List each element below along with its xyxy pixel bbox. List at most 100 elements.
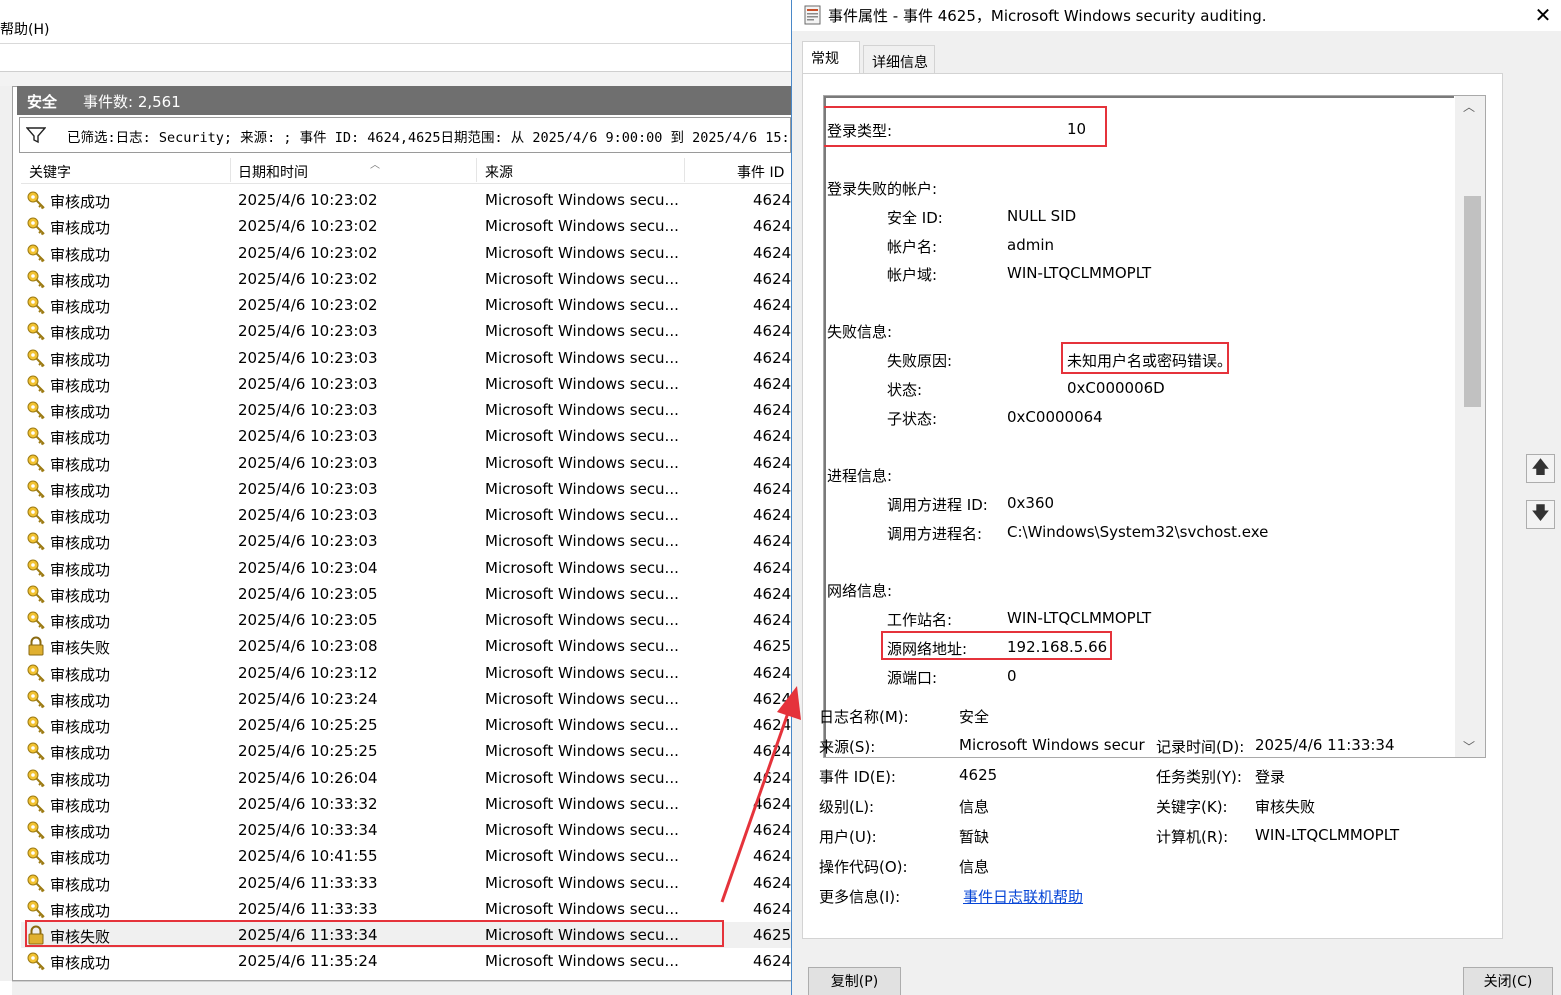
workstation-value: WIN-LTQCLMMOPLT xyxy=(1007,609,1152,627)
table-row[interactable]: 审核成功 2025/4/6 10:23:03 Microsoft Windows s… xyxy=(21,397,791,423)
source-cell: Microsoft Windows secu... xyxy=(485,243,679,262)
table-row[interactable]: 审核成功 2025/4/6 10:23:02 Microsoft Windows s… xyxy=(21,187,791,213)
substatus-value: 0xC0000064 xyxy=(1007,408,1103,426)
datetime-cell: 2025/4/6 10:23:03 xyxy=(238,401,378,419)
col-divider[interactable] xyxy=(684,158,685,182)
keyword-cell: 审核成功 xyxy=(50,665,111,684)
source-cell: Microsoft Windows secu... xyxy=(485,873,679,892)
table-row[interactable]: 审核成功 2025/4/6 10:23:03 Microsoft Windows s… xyxy=(21,423,791,449)
scrollbar-thumb[interactable] xyxy=(1464,196,1481,407)
keyword-cell: 审核成功 xyxy=(50,429,111,448)
table-row[interactable]: 审核成功 2025/4/6 10:23:03 Microsoft Windows s… xyxy=(21,345,791,371)
copy-button[interactable]: 复制(P) xyxy=(808,967,901,995)
computer-value: WIN-LTQCLMMOPLT xyxy=(1255,826,1400,844)
table-row[interactable]: 审核成功 2025/4/6 10:25:25 Microsoft Windows s… xyxy=(21,712,791,738)
scroll-up-icon[interactable]: ︿ xyxy=(1463,98,1475,115)
source-cell: Microsoft Windows secu... xyxy=(485,506,679,524)
arrow-down-icon: 🡇 xyxy=(1531,503,1550,524)
eventid-cell: 4624 xyxy=(753,322,791,341)
table-row[interactable]: 审核成功 2025/4/6 10:23:02 Microsoft Windows s… xyxy=(21,266,791,292)
col-keyword[interactable]: 关键字 xyxy=(29,162,71,182)
col-divider[interactable] xyxy=(476,158,477,182)
level-value: 信息 xyxy=(959,798,990,816)
tab-general[interactable]: 常规 xyxy=(802,41,860,74)
table-row[interactable]: 审核成功 2025/4/6 10:26:04 Microsoft Windows s… xyxy=(21,765,791,791)
table-row[interactable]: 审核成功 2025/4/6 10:23:24 Microsoft Windows s… xyxy=(21,686,791,712)
caller-name-label: 调用方进程名: xyxy=(887,525,983,543)
table-row[interactable]: 审核成功 2025/4/6 10:23:03 Microsoft Windows s… xyxy=(21,318,791,344)
source-cell: Microsoft Windows secu... xyxy=(485,952,679,971)
toolbar xyxy=(0,44,791,72)
toolbar-band xyxy=(0,72,791,86)
table-row[interactable]: 审核成功 2025/4/6 10:23:02 Microsoft Windows s… xyxy=(21,292,791,318)
description-scrollbar[interactable]: ︿ ﹀ xyxy=(1455,96,1485,757)
online-help-link[interactable]: 事件日志联机帮助 xyxy=(963,886,1083,907)
datetime-cell: 2025/4/6 10:23:08 xyxy=(238,637,378,656)
datetime-cell: 2025/4/6 10:33:32 xyxy=(238,794,378,813)
event-id-value: 4625 xyxy=(959,766,998,784)
keyword-cell: 审核成功 xyxy=(50,823,111,841)
table-row[interactable]: 审核成功 2025/4/6 10:23:03 Microsoft Windows s… xyxy=(21,450,791,476)
keyword-cell: 审核成功 xyxy=(50,271,111,290)
keyword-cell: 审核成功 xyxy=(50,455,111,474)
table-row[interactable]: 审核失败 2025/4/6 10:23:08 Microsoft Windows s… xyxy=(21,633,791,659)
table-row[interactable]: 审核成功 2025/4/6 10:23:03 Microsoft Windows s… xyxy=(21,502,791,528)
table-row[interactable]: 审核成功 2025/4/6 10:23:05 Microsoft Windows s… xyxy=(21,581,791,607)
close-icon[interactable]: ✕ xyxy=(1528,2,1558,28)
table-row[interactable]: 审核成功 2025/4/6 10:41:55 Microsoft Windows s… xyxy=(21,843,791,869)
table-row[interactable]: 审核成功 2025/4/6 11:35:24 Microsoft Windows s… xyxy=(21,948,791,974)
col-eventid[interactable]: 事件 ID xyxy=(737,162,784,182)
next-event-button[interactable]: 🡇 xyxy=(1526,500,1555,529)
tab-details[interactable]: 详细信息 xyxy=(863,45,935,74)
col-datetime[interactable]: 日期和时间 xyxy=(238,162,308,182)
scroll-down-icon[interactable]: ﹀ xyxy=(1463,738,1475,755)
key-icon xyxy=(26,820,46,840)
event-description-box[interactable]: 登录类型: 10 登录失败的帐户: 安全 ID: NULL SID 帐户名: a… xyxy=(823,95,1486,758)
menu-help[interactable]: 帮助(H) xyxy=(0,19,49,39)
table-row[interactable]: 审核成功 2025/4/6 10:23:03 Microsoft Windows s… xyxy=(21,371,791,397)
close-button[interactable]: 关闭(C) xyxy=(1463,967,1553,995)
table-row[interactable]: 审核成功 2025/4/6 10:25:25 Microsoft Windows s… xyxy=(21,738,791,764)
table-row[interactable]: 审核成功 2025/4/6 10:23:02 Microsoft Windows s… xyxy=(21,213,791,239)
table-row[interactable]: 审核成功 2025/4/6 11:33:33 Microsoft Windows s… xyxy=(21,870,791,896)
source-cell: Microsoft Windows secu... xyxy=(485,322,679,341)
key-icon xyxy=(26,321,46,341)
keyword-cell: 审核成功 xyxy=(50,954,111,973)
horizontal-scrollbar[interactable] xyxy=(12,981,791,995)
source-cell: Microsoft Windows secu... xyxy=(485,532,679,551)
key-icon xyxy=(26,610,46,630)
table-row[interactable]: 审核成功 2025/4/6 10:23:12 Microsoft Windows s… xyxy=(21,660,791,686)
key-icon xyxy=(26,873,46,893)
key-icon xyxy=(26,374,46,394)
keyword-cell: 审核成功 xyxy=(50,560,111,579)
keyword-cell: 审核成功 xyxy=(50,193,111,211)
table-row[interactable]: 审核成功 2025/4/6 10:33:32 Microsoft Windows s… xyxy=(21,791,791,817)
eventid-cell: 4625 xyxy=(753,926,791,944)
previous-event-button[interactable]: 🡅 xyxy=(1526,454,1555,483)
key-icon xyxy=(26,951,46,971)
key-icon xyxy=(26,505,46,525)
table-row[interactable]: 审核成功 2025/4/6 10:23:04 Microsoft Windows s… xyxy=(21,555,791,581)
table-row[interactable]: 审核成功 2025/4/6 10:23:03 Microsoft Windows s… xyxy=(21,528,791,554)
keyword-cell: 审核成功 xyxy=(50,744,111,763)
keyword-cell: 审核成功 xyxy=(50,613,111,631)
log-name: 安全 xyxy=(27,93,58,111)
key-icon xyxy=(26,584,46,604)
col-source[interactable]: 来源 xyxy=(485,162,513,182)
col-divider[interactable] xyxy=(230,158,231,182)
dialog-title: 事件属性 - 事件 4625，Microsoft Windows securit… xyxy=(828,7,1267,25)
datetime-cell: 2025/4/6 10:23:12 xyxy=(238,663,378,682)
table-row[interactable]: 审核成功 2025/4/6 10:23:02 Microsoft Windows s… xyxy=(21,240,791,266)
table-row[interactable]: 审核成功 2025/4/6 10:23:03 Microsoft Windows s… xyxy=(21,476,791,502)
key-icon xyxy=(26,243,46,263)
table-row[interactable]: 审核成功 2025/4/6 10:33:34 Microsoft Windows s… xyxy=(21,817,791,843)
key-icon xyxy=(26,794,46,814)
datetime-cell: 2025/4/6 10:23:03 xyxy=(238,322,378,341)
datetime-cell: 2025/4/6 10:23:03 xyxy=(238,374,378,393)
key-icon xyxy=(26,846,46,866)
eventid-cell: 4624 xyxy=(753,243,791,262)
source-cell: Microsoft Windows secu... xyxy=(485,821,679,839)
table-row[interactable]: 审核成功 2025/4/6 10:23:05 Microsoft Windows s… xyxy=(21,607,791,633)
table-row[interactable]: 审核成功 2025/4/6 11:33:33 Microsoft Windows s… xyxy=(21,896,791,922)
dialog-titlebar: 事件属性 - 事件 4625，Microsoft Windows securit… xyxy=(792,0,1561,31)
